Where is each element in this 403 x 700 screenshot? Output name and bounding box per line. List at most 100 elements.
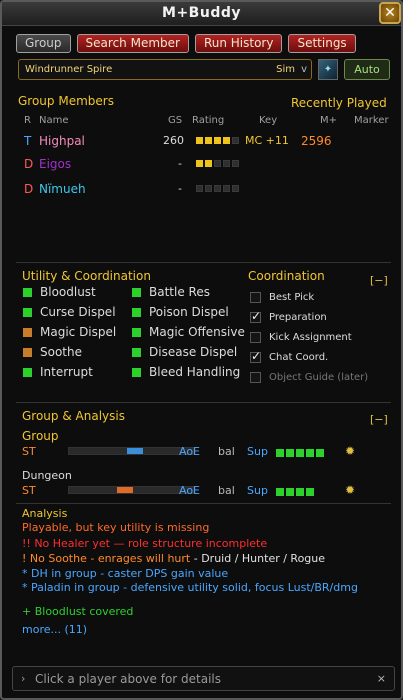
rating-pip — [214, 160, 221, 167]
analysis-line: Playable, but key utility is missing — [22, 521, 382, 535]
group-subtitle: Group — [22, 429, 59, 443]
member-gs: - — [178, 182, 182, 195]
rating-pip — [214, 137, 221, 144]
divider — [16, 262, 391, 263]
checkbox[interactable] — [250, 349, 261, 363]
gear-icon[interactable]: ✹ — [345, 483, 355, 497]
auto-button[interactable]: Auto — [344, 59, 390, 80]
column-mplus: M+ — [320, 115, 338, 126]
member-row[interactable]: D Nïmueh - — [18, 180, 393, 198]
tab-group[interactable]: Group — [16, 34, 71, 53]
rating-pip — [214, 185, 221, 192]
coordination-option[interactable]: Chat Coord. — [250, 349, 328, 364]
dungeon-balance-marker — [117, 487, 133, 493]
sup-label: Sup — [247, 484, 268, 497]
analysis-text: + Bloodlust covered — [22, 605, 134, 618]
utility-item: Bleed Handling — [132, 364, 240, 380]
rating-pip — [196, 137, 203, 144]
aoe-label: AoE — [179, 484, 201, 497]
column-gs: GS — [168, 115, 183, 126]
member-name: Eigos — [39, 157, 72, 171]
group-analysis-title: Group & Analysis — [22, 409, 125, 423]
coordination-option[interactable]: Object Guide (later) — [250, 370, 368, 384]
chevron-down-icon: v — [301, 64, 307, 75]
support-pips — [276, 447, 326, 460]
analysis-text: * DH in group - caster DPS gain value — [22, 567, 229, 580]
coordination-collapse-button[interactable]: [−] — [370, 274, 388, 287]
utility-item: Disease Dispel — [132, 344, 237, 360]
rating-pip — [205, 185, 212, 192]
coordination-option[interactable]: Kick Assignment — [250, 330, 352, 344]
rating-pip — [223, 160, 230, 167]
rating-pip — [232, 160, 239, 167]
member-rating — [196, 160, 239, 167]
column-key: Key — [259, 115, 278, 126]
title-bar[interactable]: M+Buddy ✕ — [2, 2, 401, 26]
utility-title: Utility & Coordination — [22, 269, 151, 283]
sim-label: Sim — [276, 64, 295, 75]
analysis-text: * Paladin in group - defensive utility s… — [22, 581, 358, 594]
support-pip — [276, 488, 284, 496]
member-role: D — [24, 182, 34, 196]
tab-run-history[interactable]: Run History — [194, 34, 283, 53]
footer-close-button[interactable]: × — [377, 672, 386, 685]
group-members-title: Group Members — [18, 94, 114, 108]
analysis-line: * DH in group - caster DPS gain value — [22, 567, 382, 581]
member-mplus: 2596 — [301, 134, 332, 148]
close-button[interactable]: ✕ — [379, 2, 401, 24]
status-square — [23, 287, 32, 297]
more-link[interactable]: more... (11) — [22, 623, 382, 637]
status-square — [23, 327, 32, 337]
dungeon-dropdown[interactable]: Windrunner Spire Sim v — [18, 59, 312, 80]
checkbox[interactable] — [250, 291, 261, 303]
analysis-collapse-button[interactable]: [−] — [370, 413, 388, 426]
recently-played-link[interactable]: Recently Played — [291, 96, 387, 110]
gear-icon[interactable]: ✹ — [345, 444, 355, 458]
divider — [16, 503, 391, 504]
coordination-option[interactable]: Preparation — [250, 309, 327, 324]
checkbox[interactable] — [250, 309, 261, 323]
coordination-title: Coordination — [248, 269, 325, 283]
divider — [16, 402, 391, 403]
coordination-option[interactable]: Best Pick — [250, 290, 314, 304]
utility-label: Disease Dispel — [149, 345, 238, 359]
status-square — [23, 367, 32, 377]
member-rating — [196, 185, 239, 192]
utility-label: Battle Res — [149, 285, 210, 299]
tab-search-member[interactable]: Search Member — [76, 34, 189, 53]
dungeon-icon[interactable]: ✦ — [318, 59, 338, 80]
utility-label: Magic Dispel — [40, 325, 117, 339]
rating-pip — [205, 160, 212, 167]
checkbox[interactable] — [250, 331, 261, 343]
column-marker: Marker — [354, 115, 389, 126]
utility-item: Battle Res — [132, 284, 210, 300]
member-row[interactable]: T Highpal 260 MC +11 2596 — [18, 132, 393, 150]
rating-pip — [205, 137, 212, 144]
utility-label: Bloodlust — [40, 285, 96, 299]
tab-settings[interactable]: Settings — [288, 34, 356, 53]
utility-item: Magic Offensive — [132, 324, 245, 340]
coordination-label: Best Pick — [269, 291, 315, 303]
rating-pip — [232, 137, 239, 144]
status-square — [132, 347, 141, 357]
status-square — [23, 347, 32, 357]
dungeon-row: Windrunner Spire Sim v ✦ Auto — [18, 59, 393, 80]
checkbox[interactable] — [250, 371, 261, 383]
member-gs: - — [178, 157, 182, 170]
dungeon-balance-bar — [68, 486, 194, 494]
st-label: ST — [22, 445, 36, 458]
addon-window: M+Buddy ✕ Group Search Member Run Histor… — [0, 0, 403, 700]
rating-pip — [223, 185, 230, 192]
rating-pip — [196, 185, 203, 192]
utility-label: Poison Dispel — [149, 305, 229, 319]
dungeon-analysis-row: ST AoE bal Sup ✹ — [22, 483, 382, 498]
status-square — [132, 327, 141, 337]
utility-label: Curse Dispel — [40, 305, 116, 319]
coordination-label: Object Guide (later) — [269, 371, 369, 383]
utility-label: Bleed Handling — [149, 365, 241, 379]
analysis-line: * Paladin in group - defensive utility s… — [22, 581, 382, 595]
utility-item: Magic Dispel — [23, 324, 116, 340]
support-pip — [306, 488, 314, 496]
bal-label: bal — [218, 484, 235, 497]
member-row[interactable]: D Eigos - — [18, 155, 393, 173]
